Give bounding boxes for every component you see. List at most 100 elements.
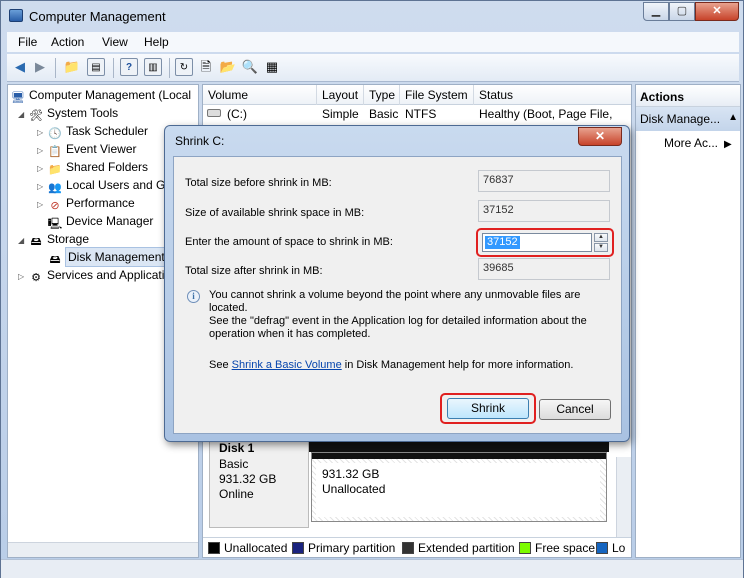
search-icon[interactable]: 🔍 (241, 58, 259, 76)
tree-node-task-scheduler[interactable]: ▷ 🕓 Task Scheduler (37, 122, 148, 140)
menu-file[interactable]: File (18, 35, 37, 49)
column-volume[interactable]: Volume (203, 85, 317, 105)
refresh-icon[interactable]: ↻ (175, 58, 193, 76)
shrink-button[interactable]: Shrink (447, 398, 529, 419)
spin-up-button[interactable]: ▲ (594, 233, 608, 242)
dialog-close-button[interactable]: ✕ (578, 127, 622, 146)
storage-icon: 🖴 (30, 236, 42, 248)
legend-primary: Primary partition (292, 541, 395, 555)
tree-node-performance[interactable]: ▷ ⊘ Performance (37, 194, 135, 212)
legend-swatch (596, 542, 608, 554)
info-icon: i (187, 290, 200, 303)
tree-node-event-viewer[interactable]: ▷ 📋 Event Viewer (37, 140, 136, 158)
tree-node-disk-management[interactable]: 🖴 Disk Management (47, 247, 168, 267)
tree-node-device-manager[interactable]: 🖳 Device Manager (47, 212, 154, 230)
disk-label-box[interactable]: Disk 1 Basic 931.32 GB Online (209, 438, 309, 528)
total-before-label: Total size before shrink in MB: (185, 177, 332, 189)
help-reference: See Shrink a Basic Volume in Disk Manage… (209, 359, 574, 371)
legend-swatch (402, 542, 414, 554)
disk-type: Basic (219, 457, 249, 471)
show-hide-tree-icon[interactable]: ▤ (87, 58, 105, 76)
dialog-body: Total size before shrink in MB: 76837 Si… (173, 156, 622, 434)
legend-swatch (519, 542, 531, 554)
collapsed-triangle-icon[interactable]: ▷ (37, 196, 47, 214)
column-type[interactable]: Type (364, 85, 400, 105)
submenu-arrow-icon: ▶ (724, 139, 732, 150)
status-bar (1, 559, 743, 578)
window-title: Computer Management (29, 9, 166, 24)
total-after-label: Total size after shrink in MB: (185, 265, 323, 277)
tree-node-shared-folders[interactable]: ▷ 📁 Shared Folders (37, 158, 148, 176)
menu-help[interactable]: Help (144, 35, 169, 49)
volume-file-system: NTFS (405, 107, 437, 121)
computer-icon: 🖥 (11, 92, 25, 104)
minimize-button[interactable]: ▁ (643, 2, 669, 21)
more-actions[interactable]: More Ac... ▶ (664, 136, 732, 150)
close-button[interactable]: ✕ (695, 2, 739, 21)
tools-icon: 🛠 (29, 110, 43, 122)
disk-settings-icon[interactable]: ▦ (263, 58, 281, 76)
computer-management-icon (9, 9, 23, 22)
tree-node-services-applications[interactable]: ▷ ⚙ Services and Applications (18, 266, 184, 284)
dialog-title: Shrink C: (175, 134, 225, 148)
column-status[interactable]: Status (474, 85, 631, 105)
volume-layout: Simple (322, 107, 359, 121)
tree-horizontal-scrollbar[interactable] (8, 542, 198, 557)
legend-swatch (292, 542, 304, 554)
tree-node-storage[interactable]: ◢ 🖴 Storage (18, 230, 89, 248)
cancel-button[interactable]: Cancel (539, 399, 611, 420)
disk-graphical-view: Disk 1 Basic 931.32 GB Online 931.32 GB … (203, 438, 631, 536)
performance-icon: ⊘ (50, 200, 60, 212)
toolbar-separator (169, 58, 170, 78)
shrink-dialog: Shrink C: ✕ Total size before shrink in … (164, 125, 630, 442)
shrink-basic-volume-link[interactable]: Shrink a Basic Volume (232, 359, 342, 371)
collapsed-triangle-icon[interactable]: ▷ (18, 268, 28, 286)
actions-section-disk-management[interactable]: Disk Manage... ▲ (636, 107, 740, 131)
show-hide-action-pane-icon[interactable]: ▥ (144, 58, 162, 76)
partition-color-bar (312, 453, 606, 459)
up-folder-icon[interactable]: 📁 (63, 58, 81, 76)
toolbar: ◀ ▶ 📁 ▤ ? ▥ ↻ 🗎 📂 🔍 ▦ (7, 54, 739, 82)
volume-name: (C:) (227, 107, 247, 121)
toolbar-separator (113, 58, 114, 78)
disk-management-icon: 🖴 (49, 254, 61, 266)
shrink-info-text: You cannot shrink a volume beyond the po… (209, 289, 587, 340)
tree-node-system-tools[interactable]: ◢ 🛠 System Tools (18, 104, 118, 122)
toolbar-separator (55, 58, 56, 78)
unallocated-partition[interactable]: 931.32 GB Unallocated (311, 452, 607, 522)
shrink-amount-highlight: 37152 ▲ ▼ (476, 228, 614, 257)
collapse-up-icon: ▲ (728, 112, 738, 123)
legend-logical: Lo (596, 541, 625, 555)
shrink-amount-value: 37152 (485, 236, 520, 249)
title-bar[interactable]: Computer Management ▁ ▢ ✕ (1, 1, 743, 31)
drive-icon (207, 109, 221, 117)
column-file-system[interactable]: File System (400, 85, 474, 105)
expanded-triangle-icon[interactable]: ◢ (18, 232, 28, 250)
partition-status: Unallocated (322, 482, 386, 496)
clock-icon: 🕓 (48, 128, 62, 140)
disk-state: Online (219, 487, 254, 501)
table-row[interactable]: (C:) Simple Basic NTFS Healthy (Boot, Pa… (203, 105, 631, 139)
properties-icon[interactable]: 🗎 (197, 58, 215, 76)
back-arrow-icon[interactable]: ◀ (11, 58, 29, 76)
shrink-amount-input[interactable]: 37152 (482, 233, 592, 252)
help-icon[interactable]: ? (120, 58, 138, 76)
volume-type: Basic (369, 107, 399, 121)
open-folder-icon[interactable]: 📂 (219, 58, 237, 76)
spin-down-button[interactable]: ▼ (594, 243, 608, 252)
partition-details: 931.32 GB Unallocated (316, 463, 600, 517)
maximize-button[interactable]: ▢ (669, 2, 695, 21)
menu-view[interactable]: View (102, 35, 128, 49)
shrink-button-highlight: Shrink (440, 393, 536, 424)
expanded-triangle-icon[interactable]: ◢ (18, 106, 28, 124)
forward-arrow-icon[interactable]: ▶ (31, 58, 49, 76)
actions-header: Actions (636, 85, 740, 107)
column-layout[interactable]: Layout (317, 85, 364, 105)
menu-action[interactable]: Action (51, 35, 84, 49)
available-shrink-value: 37152 (478, 200, 610, 222)
disk-view-scrollbar[interactable] (616, 457, 631, 537)
tree-node-computer-management[interactable]: 🖥 Computer Management (Local (10, 86, 191, 104)
total-after-value: 39685 (478, 258, 610, 280)
legend-extended: Extended partition (402, 541, 515, 555)
available-shrink-label: Size of available shrink space in MB: (185, 207, 365, 219)
